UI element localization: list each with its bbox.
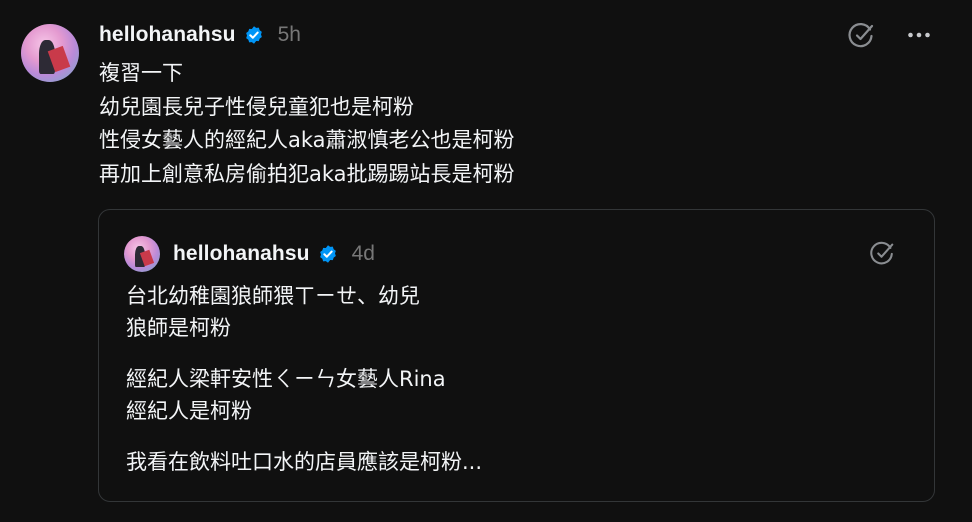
quoted-paragraph: 我看在飲料吐口水的店員應該是柯粉... [126, 446, 482, 478]
quoted-post[interactable]: hellohanahsu 4d 台北幼稚園狼師猥ㄒㄧㄝ、幼兒 狼師是柯粉 經紀人… [98, 209, 935, 502]
thread-post: hellohanahsu 5h 複習一下 幼兒園長兒子性侵兒童犯也是柯粉 性侵女… [0, 0, 972, 522]
translate-icon[interactable] [846, 20, 876, 50]
post-line: 幼兒園長兒子性侵兒童犯也是柯粉 [99, 94, 414, 119]
author-username[interactable]: hellohanahsu [99, 23, 236, 47]
author-avatar[interactable] [21, 24, 79, 82]
quoted-paragraph: 台北幼稚園狼師猥ㄒㄧㄝ、幼兒 狼師是柯粉 [126, 280, 482, 344]
quoted-post-timestamp[interactable]: 4d [352, 242, 375, 266]
quoted-author-username[interactable]: hellohanahsu [173, 242, 310, 266]
quoted-line: 台北幼稚園狼師猥ㄒㄧㄝ、幼兒 [126, 284, 420, 308]
quoted-line: 我看在飲料吐口水的店員應該是柯粉... [126, 450, 483, 474]
quoted-author-avatar[interactable] [124, 236, 160, 272]
post-body: 複習一下 幼兒園長兒子性侵兒童犯也是柯粉 性侵女藝人的經紀人aka蕭淑慎老公也是… [99, 57, 515, 191]
translate-icon[interactable] [868, 239, 896, 267]
post-timestamp[interactable]: 5h [278, 23, 301, 47]
quoted-paragraph: 經紀人梁軒安性ㄑㄧㄣ女藝人Rina 經紀人是柯粉 [126, 363, 482, 427]
post-line: 複習一下 [99, 61, 183, 85]
more-options-icon[interactable] [904, 20, 934, 50]
quoted-post-body: 台北幼稚園狼師猥ㄒㄧㄝ、幼兒 狼師是柯粉 經紀人梁軒安性ㄑㄧㄣ女藝人Rina 經… [126, 280, 482, 497]
post-header: hellohanahsu 5h [99, 20, 301, 50]
quoted-post-header: hellohanahsu 4d [173, 240, 375, 268]
quoted-line: 經紀人梁軒安性ㄑㄧㄣ女藝人Rina [126, 367, 446, 391]
post-line: 再加上創意私房偷拍犯aka批踢踢站長是柯粉 [99, 161, 515, 186]
post-actions [846, 20, 934, 50]
verified-badge-icon [318, 244, 338, 264]
post-line: 性侵女藝人的經紀人aka蕭淑慎老公也是柯粉 [99, 128, 515, 152]
quoted-line: 狼師是柯粉 [126, 316, 231, 340]
verified-badge-icon [244, 25, 264, 45]
quoted-line: 經紀人是柯粉 [126, 399, 252, 423]
